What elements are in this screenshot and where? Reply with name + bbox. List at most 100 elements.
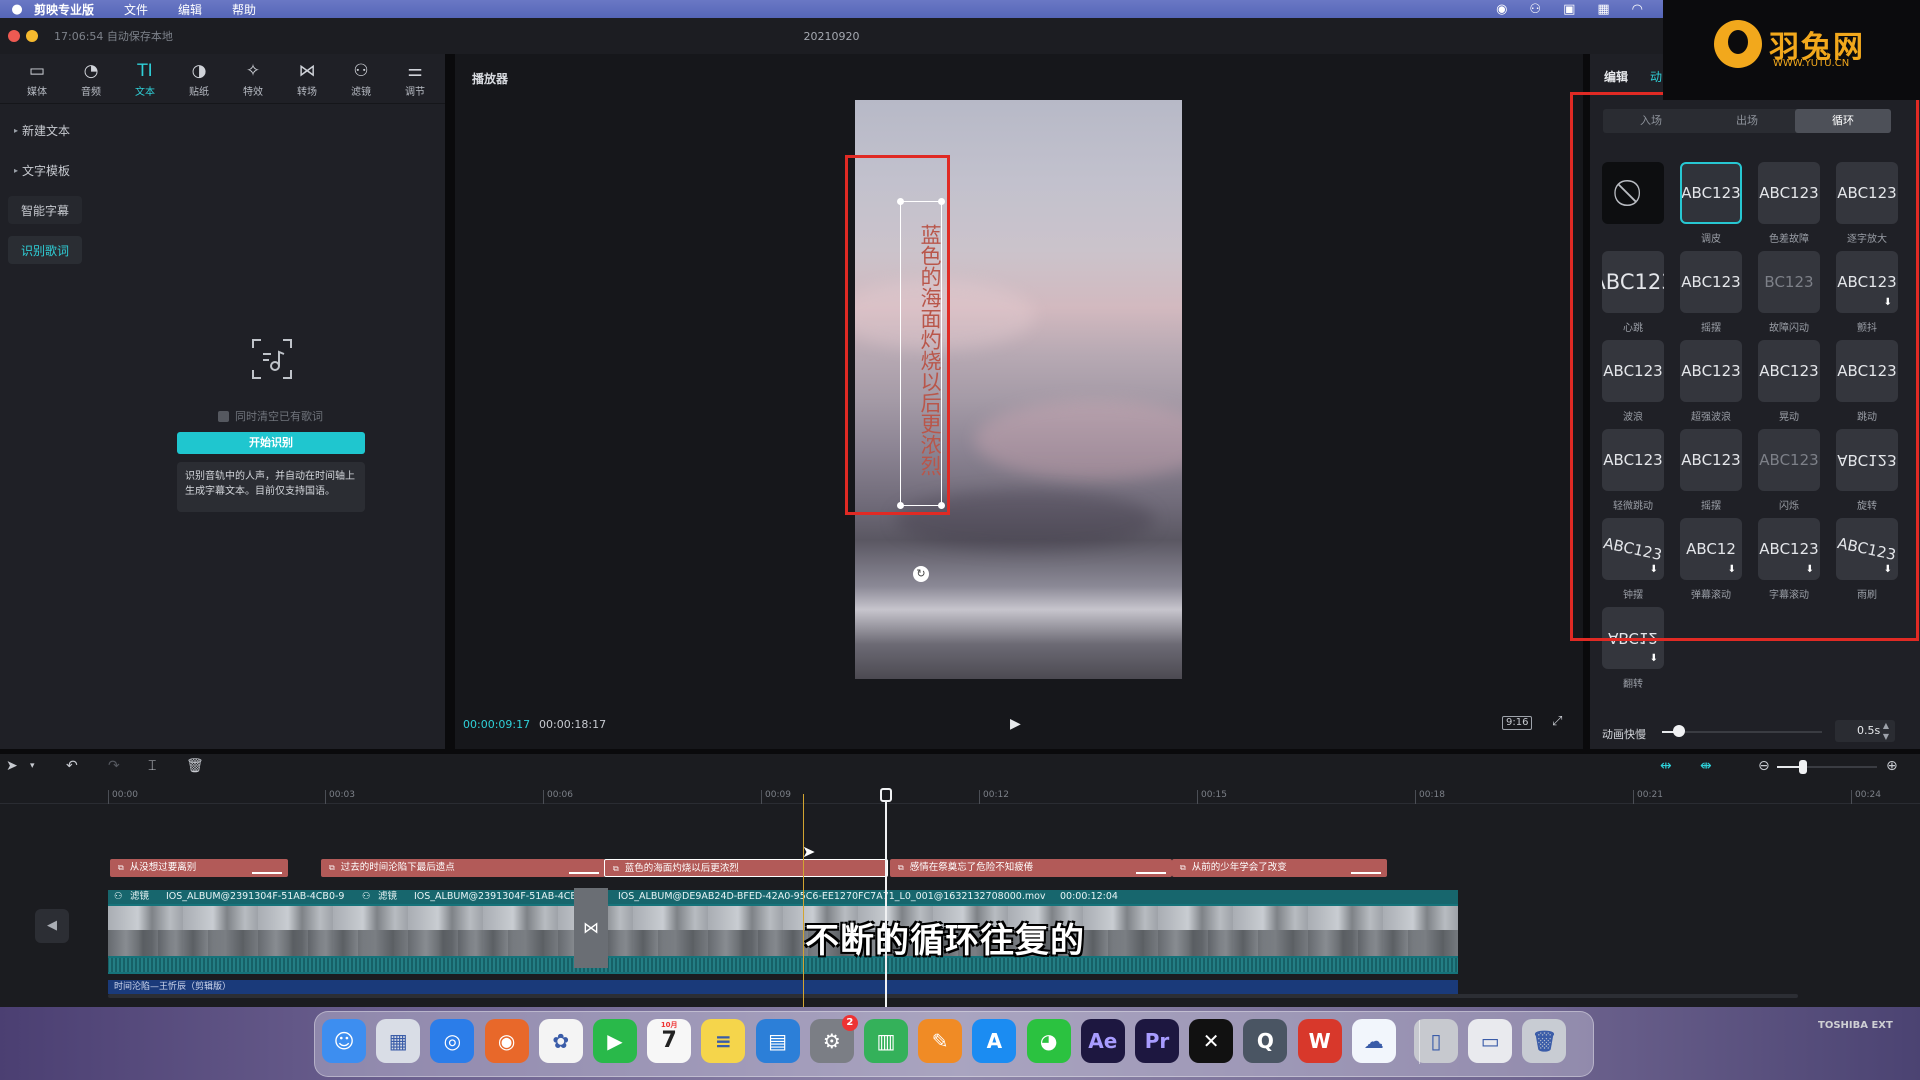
video-track[interactable]: ⚇ 滤镜 IOS_ALBUM@2391304F-51AB-4CB0-9 ⚇ 滤镜… [108,890,1458,974]
finder-icon[interactable]: ☺ [322,1019,366,1063]
tool-audio[interactable]: ◔ 音频 [64,54,118,104]
download-icon[interactable]: ⬇ [1650,653,1658,664]
tool-text[interactable]: TI 文本 [118,54,172,104]
clear-lyrics-checkbox[interactable]: 同时清空已有歌词 [218,408,323,424]
tool-effects[interactable]: ✧ 特效 [226,54,280,104]
split-icon[interactable]: ⌶ [148,758,156,774]
firefox-icon[interactable]: ◉ [484,1019,529,1063]
facetime-icon[interactable]: ▶ [593,1019,637,1063]
preview-doc-icon[interactable]: ▯ [1414,1019,1458,1063]
text-clip[interactable]: ⧉ 从前的少年学会了改变 [1172,859,1387,877]
tool-adjust[interactable]: ⚌ 调节 [388,54,442,104]
start-recognition-button[interactable]: 开始识别 [177,432,365,454]
clip-label: 过去的时间沦陷下最后遗点 [340,862,455,873]
select-pointer-icon[interactable]: ➤ [6,758,18,774]
calendar-icon[interactable]: 7 10月 [647,1019,692,1063]
notes-icon[interactable]: ≡ [701,1019,746,1063]
zoom-out-icon[interactable]: ⊖ [1758,758,1770,774]
transition-marker[interactable]: ⋈ [574,888,608,968]
playhead[interactable] [885,790,887,1007]
tool-media[interactable]: ▭ 媒体 [10,54,64,104]
undo-icon[interactable]: ↶ [66,758,78,774]
filter-tag: 滤镜 [378,891,398,902]
close-window-button[interactable] [8,30,20,42]
play-icon[interactable]: ▶ [1010,716,1021,732]
trash-icon[interactable]: 🗑 [1522,1019,1567,1063]
playhead-handle[interactable] [880,788,892,802]
wps-icon[interactable]: ▣ [1563,2,1575,17]
safari-icon[interactable]: ◎ [430,1019,475,1063]
mute-track-icon[interactable]: ◀ [35,909,69,943]
sidenav-recognize-lyrics[interactable]: 识别歌词 [8,236,82,264]
aspect-ratio-button[interactable]: 9:16 [1502,716,1533,730]
pages-icon[interactable]: ✎ [918,1019,963,1063]
tool-transition[interactable]: ⋈ 转场 [280,54,334,104]
keynote-icon[interactable]: ▤ [755,1019,800,1063]
wifi-icon[interactable]: ◠ [1632,2,1643,17]
grid-icon[interactable]: ▦ [1597,2,1609,17]
speed-slider-handle[interactable] [1673,725,1685,737]
tool-sticker[interactable]: ◑ 贴纸 [172,54,226,104]
sidenav-new-text[interactable]: ▸ 新建文本 [8,116,82,144]
clip-label: 蓝色的海面灼烧以后更浓烈 [624,863,739,874]
checkbox-box [218,410,229,422]
drive-label[interactable]: TOSHIBA EXT [1818,1020,1893,1031]
photos-icon[interactable]: ✿ [538,1019,583,1063]
baidu-netdisk-icon[interactable]: ☁ [1351,1019,1396,1063]
rotate-handle-icon[interactable]: ↻ [913,566,929,582]
timeline-scrollbar[interactable] [108,994,1798,998]
menu-help[interactable]: 帮助 [232,1,256,18]
sidenav-smart-subtitles[interactable]: 智能字幕 [8,196,82,224]
snap-icon[interactable]: ⇹ [1660,758,1672,774]
people-icon[interactable]: ⚇ [1529,2,1541,17]
minimize-window-button[interactable] [26,30,38,42]
record-icon[interactable]: ◉ [1496,2,1507,17]
zoom-slider-handle[interactable] [1799,760,1807,774]
downloads-icon[interactable]: ▭ [1468,1019,1513,1063]
apple-menu-icon[interactable]: ● [0,2,34,17]
ruler-tick: 00:24 [1851,790,1881,804]
after-effects-icon[interactable]: Ae [1080,1019,1125,1063]
delete-icon[interactable]: 🗑 [186,758,204,774]
redo-icon[interactable]: ↷ [108,758,120,774]
text-clip[interactable]: ⧉ 感情在祭奠忘了危险不知疲倦 [890,859,1172,877]
total-time: 00:00:18:17 [539,718,607,731]
text-clip[interactable]: ⧉ 过去的时间沦陷下最后遗点 [321,859,605,877]
menu-file[interactable]: 文件 [124,1,148,18]
system-preferences-icon[interactable]: ⚙ 2 [809,1015,858,1063]
adjust-icon: ⚌ [407,60,423,81]
tool-filter[interactable]: ⚇ 滤镜 [334,54,388,104]
watermark-logo: 羽兔网 WWW.YUTU.CN [1663,0,1920,100]
app-store-icon[interactable]: A [972,1019,1017,1063]
launchpad-icon[interactable]: ▦ [376,1019,421,1063]
quicktime-icon[interactable]: Q [1243,1019,1288,1063]
effects-icon: ✧ [245,60,261,81]
menu-edit[interactable]: 编辑 [178,1,202,18]
premiere-icon[interactable]: Pr [1135,1019,1179,1063]
music-track[interactable]: 时间沦陷—王忻辰（剪辑版） [108,980,1458,994]
chevron-down-icon[interactable]: ▾ [30,761,35,771]
capcut-icon[interactable]: ✕ [1189,1019,1234,1063]
link-icon[interactable]: ⇼ [1700,758,1712,774]
tab-animation[interactable]: 动 [1650,68,1662,85]
text-clip[interactable]: ⧉ 从没想过要离别 [110,859,288,877]
stepper-icon[interactable]: ▲ ▼ [1883,720,1889,742]
transition-icon: ⋈ [298,60,316,81]
fullscreen-icon[interactable]: ⤢ [1552,714,1562,729]
menu-app-name[interactable]: 剪映专业版 [34,1,94,18]
sidenav-text-template[interactable]: ▸ 文字模板 [8,156,82,184]
wps-icon[interactable]: W [1297,1019,1342,1063]
dock-glyph: Ae [1088,1029,1118,1053]
expand-arrow-icon: ▸ [14,165,19,175]
wechat-icon[interactable]: ◕ [1026,1019,1071,1063]
speed-value-field[interactable]: 0.5s ▲ ▼ [1835,720,1895,742]
zoom-in-icon[interactable]: ⊕ [1886,758,1898,774]
text-clip-selected[interactable]: ⧉ 蓝色的海面灼烧以后更浓烈 [604,859,888,877]
speed-slider-track[interactable] [1662,731,1822,733]
sidenav-label: 新建文本 [22,123,71,138]
time-ruler[interactable]: 00:00 00:03 00:06 00:09 00:12 00:15 00:1… [0,788,1920,804]
tab-edit[interactable]: 编辑 [1604,68,1628,85]
numbers-icon[interactable]: ▥ [864,1019,908,1063]
dock-glyph: ▯ [1430,1029,1442,1053]
player-panel: 播放器 蓝色的海面灼烧以后更浓烈 ↻ 00:00:09:17 00:00:18:… [455,54,1583,749]
